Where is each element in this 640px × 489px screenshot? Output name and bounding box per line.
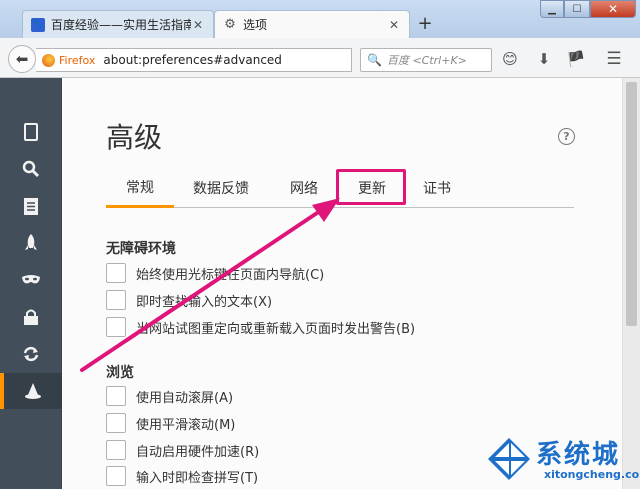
checkbox[interactable] bbox=[106, 290, 126, 310]
firefox-icon bbox=[42, 53, 55, 67]
checkbox[interactable] bbox=[106, 317, 126, 337]
menu-icon[interactable]: ☰ bbox=[604, 49, 624, 69]
new-tab-button[interactable]: + bbox=[414, 14, 436, 36]
accessibility-heading: 无障碍环境 bbox=[106, 241, 176, 257]
minimize-button[interactable]: ▁ bbox=[540, 0, 564, 18]
sidebar-item-content[interactable] bbox=[0, 188, 62, 224]
browsing-heading: 浏览 bbox=[106, 365, 134, 381]
lock-icon bbox=[24, 309, 38, 325]
search-icon: 🔍 bbox=[367, 53, 382, 67]
navigation-toolbar: ⬅ Firefox about:preferences#advanced 🔍 百… bbox=[0, 38, 640, 78]
sidebar-item-advanced[interactable] bbox=[0, 373, 62, 409]
tab-title: 百度经验——实用生活指南 bbox=[51, 18, 191, 32]
option-label: 即时查找输入的文本(X) bbox=[136, 294, 273, 310]
rocket-icon bbox=[25, 234, 37, 250]
url-text: about:preferences#advanced bbox=[103, 53, 282, 67]
content-icon bbox=[24, 197, 38, 215]
scrollbar-thumb[interactable] bbox=[626, 82, 637, 326]
tab-baidu-jingyan[interactable]: 🐾 百度经验——实用生活指南 ✕ bbox=[22, 10, 214, 38]
search-placeholder: 百度 <Ctrl+K> bbox=[386, 54, 467, 67]
sidebar-item-applications[interactable] bbox=[0, 225, 62, 261]
option-label: 使用自动滚屏(A) bbox=[136, 390, 234, 406]
checkbox[interactable] bbox=[106, 440, 126, 460]
watermark-url: xitongcheng.com bbox=[544, 468, 640, 481]
close-window-button[interactable]: ✕ bbox=[590, 0, 636, 18]
url-brand-label: Firefox bbox=[59, 53, 96, 67]
addon-face-icon[interactable]: 😊 bbox=[500, 49, 520, 69]
checkbox[interactable] bbox=[106, 263, 126, 283]
vertical-scrollbar[interactable] bbox=[622, 78, 640, 489]
tab-certificates[interactable]: 证书 bbox=[410, 168, 464, 208]
windows-logo-icon bbox=[488, 438, 530, 480]
gear-icon: ⚙ bbox=[224, 17, 236, 32]
checkbox[interactable] bbox=[106, 386, 126, 406]
download-icon[interactable]: ⬇ bbox=[534, 49, 554, 69]
sidebar-item-sync[interactable] bbox=[0, 336, 62, 372]
search-input[interactable]: 🔍 百度 <Ctrl+K> bbox=[360, 48, 492, 72]
tab-general[interactable]: 常规 bbox=[106, 168, 174, 208]
sidebar-item-security[interactable] bbox=[0, 299, 62, 335]
option-redirect-warning[interactable]: 当网站试图重定向或重新载入页面时发出警告(B) bbox=[106, 316, 415, 338]
sidebar-item-general[interactable] bbox=[0, 114, 62, 150]
tab-title: 选项 bbox=[243, 18, 268, 32]
option-label: 自动启用硬件加速(R) bbox=[136, 444, 260, 460]
close-tab-icon[interactable]: ✕ bbox=[191, 18, 205, 32]
tab-preferences[interactable]: ⚙ 选项 ✕ bbox=[214, 10, 410, 38]
tab-network[interactable]: 网络 bbox=[274, 168, 334, 208]
tab-data-choices[interactable]: 数据反馈 bbox=[178, 168, 264, 208]
search-icon bbox=[22, 160, 40, 178]
url-bar[interactable]: Firefox about:preferences#advanced bbox=[36, 48, 352, 72]
mask-icon bbox=[22, 275, 40, 284]
paw-icon: 🐾 bbox=[31, 17, 45, 32]
option-label: 当网站试图重定向或重新载入页面时发出警告(B) bbox=[136, 321, 416, 337]
maximize-button[interactable]: ☐ bbox=[564, 0, 590, 18]
close-tab-icon[interactable]: ✕ bbox=[387, 18, 401, 32]
checkbox[interactable] bbox=[106, 466, 126, 486]
option-label: 使用平滑滚动(M) bbox=[136, 417, 236, 433]
sync-icon bbox=[23, 346, 39, 362]
general-icon bbox=[24, 123, 38, 141]
preferences-sidebar bbox=[0, 78, 62, 489]
option-label: 输入时即检查拼写(T) bbox=[136, 470, 259, 486]
sidebar-item-privacy[interactable] bbox=[0, 262, 62, 298]
checkbox[interactable] bbox=[106, 413, 126, 433]
page-title: 高级 bbox=[106, 121, 163, 154]
back-button[interactable]: ⬅ bbox=[8, 45, 36, 73]
option-caret-browsing[interactable]: 始终使用光标键在页面内导航(C) bbox=[106, 262, 324, 284]
sidebar-item-search[interactable] bbox=[0, 151, 62, 187]
option-smooth-scrolling[interactable]: 使用平滑滚动(M) bbox=[106, 412, 235, 434]
annotation-highlight-box bbox=[336, 169, 406, 205]
option-find-as-you-type[interactable]: 即时查找输入的文本(X) bbox=[106, 289, 272, 311]
option-label: 始终使用光标键在页面内导航(C) bbox=[136, 267, 325, 283]
option-hardware-acceleration[interactable]: 自动启用硬件加速(R) bbox=[106, 439, 259, 461]
watermark: 系统城 xitongcheng.com bbox=[482, 434, 640, 489]
extension-icon[interactable]: 🏴 bbox=[566, 49, 586, 69]
wizard-hat-icon bbox=[25, 383, 41, 399]
option-spell-check[interactable]: 输入时即检查拼写(T) bbox=[106, 465, 258, 487]
watermark-brand: 系统城 bbox=[536, 440, 621, 470]
option-autoscroll[interactable]: 使用自动滚屏(A) bbox=[106, 385, 233, 407]
title-bar: 🐾 百度经验——实用生活指南 ✕ ⚙ 选项 ✕ + ▁ ☐ ✕ bbox=[0, 0, 640, 38]
help-icon[interactable]: ? bbox=[558, 128, 575, 145]
